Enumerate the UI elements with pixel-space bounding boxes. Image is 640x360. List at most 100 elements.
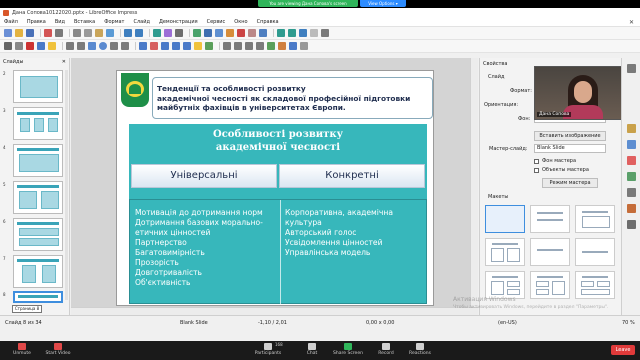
- slide-title-box[interactable]: Тенденції та особливості розвитку академ…: [152, 77, 433, 119]
- layout-blank[interactable]: [485, 205, 525, 233]
- insert-table-icon[interactable]: [215, 29, 223, 37]
- crop-icon[interactable]: [267, 42, 275, 50]
- menu-format[interactable]: Формат: [104, 19, 124, 25]
- zoom-icon[interactable]: [15, 42, 23, 50]
- helplines-icon[interactable]: [175, 29, 183, 37]
- slides-scrollbar[interactable]: [65, 70, 68, 300]
- new-slide-icon[interactable]: [299, 29, 307, 37]
- layout-title-slide[interactable]: [575, 205, 615, 233]
- special-character-icon[interactable]: [248, 29, 256, 37]
- toggle-extrusion-icon[interactable]: [300, 42, 308, 50]
- layout-centered-text[interactable]: [575, 238, 615, 266]
- print-icon[interactable]: [55, 29, 63, 37]
- interaction-icon[interactable]: [289, 42, 297, 50]
- specific-column-header[interactable]: Конкретні: [279, 164, 425, 188]
- start-video-button[interactable]: Start Video: [38, 343, 78, 356]
- close-document-icon[interactable]: ✕: [629, 19, 634, 26]
- reactions-button[interactable]: Reactions: [400, 343, 440, 356]
- gallery-icon[interactable]: [627, 204, 636, 213]
- rotate-icon[interactable]: [223, 42, 231, 50]
- grid-icon[interactable]: [164, 29, 172, 37]
- new-icon[interactable]: [4, 29, 12, 37]
- arrow-icon[interactable]: [77, 42, 85, 50]
- menu-file[interactable]: Файл: [4, 19, 18, 25]
- flowchart-icon[interactable]: [172, 42, 180, 50]
- start-first-slide-icon[interactable]: [277, 29, 285, 37]
- slide-layout-icon[interactable]: [321, 29, 329, 37]
- unmute-button[interactable]: Unmute: [2, 343, 42, 356]
- canvas-horizontal-scrollbar[interactable]: [71, 307, 478, 315]
- menu-slideshow[interactable]: Демонстрация: [159, 19, 198, 25]
- undo-icon[interactable]: [124, 29, 132, 37]
- spelling-icon[interactable]: [153, 29, 161, 37]
- layout-title-only[interactable]: [530, 238, 570, 266]
- symbol-shapes-icon[interactable]: [150, 42, 158, 50]
- insert-media-icon[interactable]: [226, 29, 234, 37]
- select-icon[interactable]: [4, 42, 12, 50]
- share-screen-button[interactable]: Share Screen: [328, 343, 368, 356]
- animation-icon[interactable]: [627, 156, 636, 165]
- layout-content-2-content[interactable]: [530, 271, 570, 299]
- navigator-icon[interactable]: [627, 220, 636, 229]
- delete-slide-icon[interactable]: [310, 29, 318, 37]
- align-icon[interactable]: [234, 42, 242, 50]
- redo-icon[interactable]: [135, 29, 143, 37]
- feature-header[interactable]: Особливості розвитку академічної чесност…: [129, 124, 427, 159]
- filter-icon[interactable]: [278, 42, 286, 50]
- layout-title-2-content[interactable]: [485, 271, 525, 299]
- master-mode-button[interactable]: Режим мастера: [542, 178, 598, 188]
- insert-text-icon[interactable]: [237, 29, 245, 37]
- master-slide-select[interactable]: Blank Slide: [534, 144, 606, 153]
- slide-thumbnail[interactable]: 7: [3, 255, 65, 290]
- export-pdf-icon[interactable]: [44, 29, 52, 37]
- insert-image-icon[interactable]: [193, 29, 201, 37]
- basic-shapes-icon[interactable]: [139, 42, 147, 50]
- layout-title-content[interactable]: [530, 205, 570, 233]
- ellipse-icon[interactable]: [99, 42, 107, 50]
- fontwork-icon[interactable]: [259, 29, 267, 37]
- line-icon[interactable]: [66, 42, 74, 50]
- open-icon[interactable]: [15, 29, 23, 37]
- master-objects-checkbox[interactable]: [534, 168, 539, 173]
- properties-tab-icon[interactable]: [627, 124, 636, 133]
- columns-body[interactable]: Мотивація до дотримання норм Дотримання …: [129, 199, 427, 304]
- slide-transition-icon[interactable]: [627, 140, 636, 149]
- insert-image-button[interactable]: Вставить изображение: [534, 131, 606, 141]
- view-options-button[interactable]: View Options ▾: [360, 0, 406, 7]
- sidebar-menu-icon[interactable]: [627, 64, 636, 73]
- callouts-icon[interactable]: [183, 42, 191, 50]
- slide-thumbnail[interactable]: 5: [3, 181, 65, 216]
- curve-icon[interactable]: [110, 42, 118, 50]
- slide-section-title[interactable]: Слайд: [488, 74, 504, 80]
- menu-slide[interactable]: Слайд: [133, 19, 149, 25]
- zoom-level[interactable]: 70 %: [622, 320, 635, 326]
- clone-formatting-icon[interactable]: [106, 29, 114, 37]
- current-slide[interactable]: Тенденції та особливості розвитку академ…: [116, 70, 434, 306]
- close-panel-icon[interactable]: ✕: [62, 58, 66, 67]
- fill-color-icon[interactable]: [48, 42, 56, 50]
- layout-two-content[interactable]: [485, 238, 525, 266]
- styles-icon[interactable]: [627, 188, 636, 197]
- 3d-objects-icon[interactable]: [205, 42, 213, 50]
- menu-window[interactable]: Окно: [234, 19, 247, 25]
- slide-thumbnail[interactable]: 3: [3, 107, 65, 142]
- copy-icon[interactable]: [84, 29, 92, 37]
- arrange-icon[interactable]: [245, 42, 253, 50]
- save-icon[interactable]: [26, 29, 34, 37]
- canvas-vertical-scrollbar[interactable]: [470, 58, 478, 315]
- text-box-icon[interactable]: [26, 42, 34, 50]
- slide-thumbnail[interactable]: 6: [3, 218, 65, 253]
- menu-help[interactable]: Справка: [257, 19, 279, 25]
- slide-thumbnail[interactable]: 2: [3, 70, 65, 105]
- rectangle-icon[interactable]: [88, 42, 96, 50]
- block-arrows-icon[interactable]: [161, 42, 169, 50]
- menu-tools[interactable]: Сервис: [207, 19, 226, 25]
- shadow-icon[interactable]: [256, 42, 264, 50]
- insert-chart-icon[interactable]: [204, 29, 212, 37]
- master-slides-icon[interactable]: [627, 172, 636, 181]
- paste-icon[interactable]: [95, 29, 103, 37]
- presenter-video[interactable]: Дана Сопова: [534, 66, 632, 120]
- chat-button[interactable]: Chat: [292, 343, 332, 356]
- slide-thumbnail[interactable]: 4: [3, 144, 65, 179]
- layouts-section-title[interactable]: Макеты: [488, 194, 508, 200]
